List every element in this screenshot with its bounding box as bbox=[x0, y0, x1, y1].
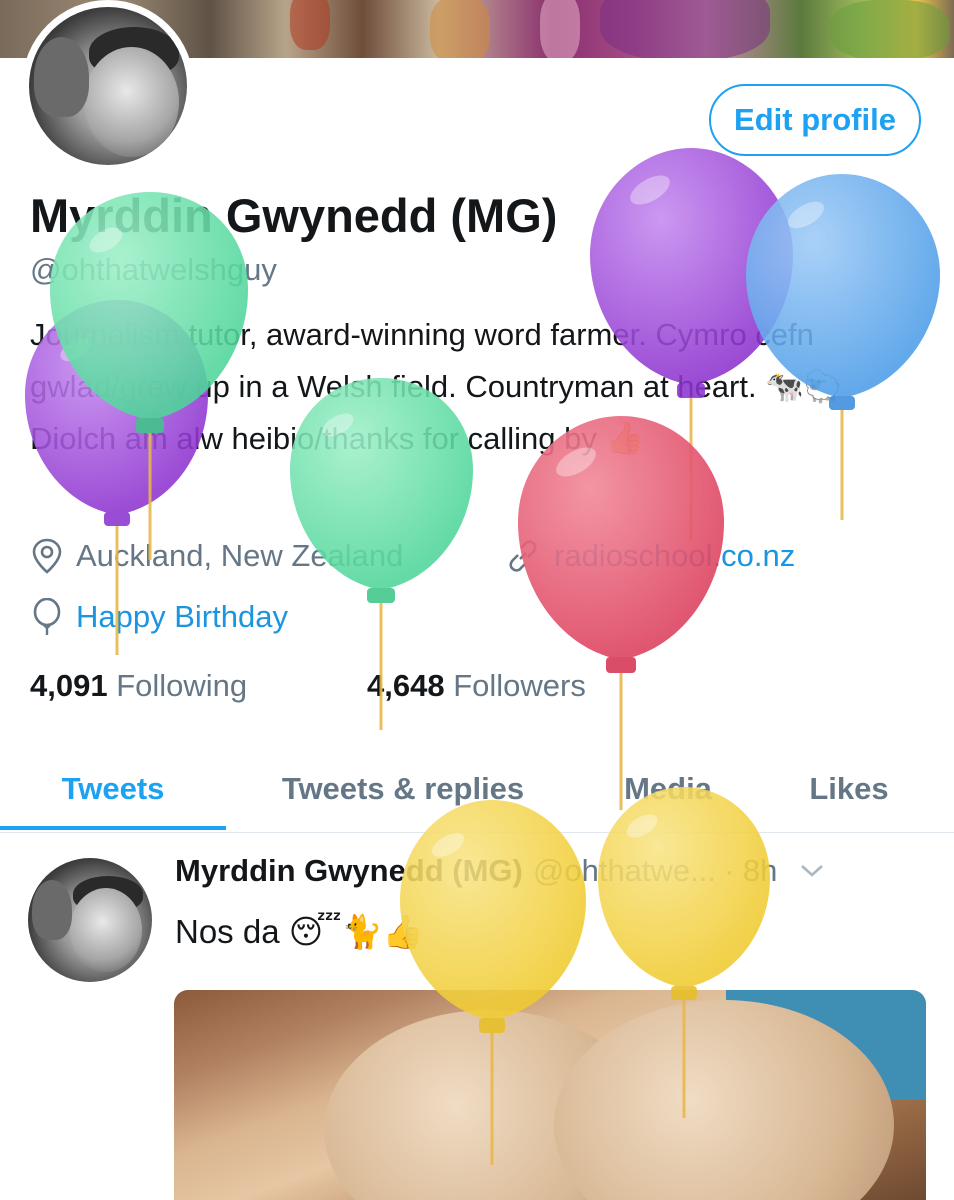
tab-tweets[interactable]: Tweets bbox=[0, 748, 226, 830]
birthday-text[interactable]: Happy Birthday bbox=[76, 599, 288, 635]
profile-tabs: Tweets Tweets & replies Media Likes bbox=[0, 748, 954, 833]
tweet-author-name[interactable]: Myrddin Gwynedd (MG) bbox=[175, 853, 523, 889]
tab-media[interactable]: Media bbox=[580, 748, 756, 830]
tab-tweets-replies[interactable]: Tweets & replies bbox=[226, 748, 580, 830]
tweet-header: Myrddin Gwynedd (MG) @ohthatwe... · 8h bbox=[175, 853, 825, 889]
profile-website[interactable]: radioschool.co.nz bbox=[506, 538, 795, 574]
balloon-icon bbox=[33, 598, 61, 635]
tab-likes[interactable]: Likes bbox=[756, 748, 942, 830]
website-link[interactable]: radioschool.co.nz bbox=[554, 538, 795, 574]
tweet-time: · 8h bbox=[724, 853, 778, 888]
tweet-avatar[interactable] bbox=[28, 858, 152, 982]
followers-label: Followers bbox=[453, 668, 586, 703]
followers-count: 4,648 bbox=[367, 668, 445, 703]
following-stat[interactable]: 4,091 Following bbox=[30, 668, 247, 704]
profile-location: Auckland, New Zealand bbox=[32, 538, 403, 574]
profile-bio: Journalism tutor, award-winning word far… bbox=[30, 317, 843, 456]
tweet-author-handle[interactable]: @ohthatwe... bbox=[533, 853, 716, 889]
following-label: Following bbox=[116, 668, 248, 703]
edit-profile-button[interactable]: Edit profile bbox=[709, 84, 921, 156]
profile-avatar[interactable] bbox=[22, 0, 194, 172]
chevron-down-icon[interactable] bbox=[799, 863, 825, 879]
profile-handle: @ohthatwelshguy bbox=[30, 252, 277, 287]
profile-name: Myrddin Gwynedd (MG) bbox=[30, 189, 558, 242]
followers-stat[interactable]: 4,648 Followers bbox=[367, 668, 586, 704]
following-count: 4,091 bbox=[30, 668, 108, 703]
tweet-text: Nos da 😴🐈👍 bbox=[175, 913, 424, 950]
tweet-photo[interactable] bbox=[174, 990, 926, 1200]
active-tab-indicator bbox=[0, 826, 226, 830]
location-text: Auckland, New Zealand bbox=[76, 538, 404, 573]
profile-birthday: Happy Birthday bbox=[32, 598, 288, 636]
location-pin-icon bbox=[32, 538, 62, 574]
link-icon bbox=[509, 540, 537, 572]
